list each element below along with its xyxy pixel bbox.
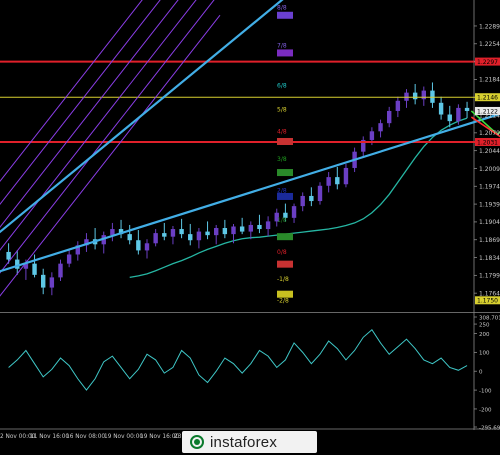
price-axis-label: 1.2009	[479, 166, 500, 173]
murray-tag	[277, 137, 293, 145]
murray-tag	[277, 260, 293, 268]
price-axis-label: 1.2184	[479, 77, 500, 84]
candle-body	[196, 231, 202, 241]
candle-body	[179, 229, 184, 235]
candle-body	[239, 226, 245, 232]
price-tag-label: 1.1750	[477, 298, 498, 305]
candle-body	[205, 231, 210, 236]
instaforex-logo-icon	[190, 435, 204, 449]
candle-body	[464, 107, 470, 111]
price-axis-label: 1.1799	[479, 273, 500, 280]
price-axis-label: 1.2289	[479, 23, 500, 30]
murray-tag	[277, 11, 293, 19]
time-axis-label: 16 Nov 08:00	[66, 434, 105, 440]
osc-axis-label: 100	[479, 351, 490, 357]
price-axis-label: 1.2079	[479, 130, 500, 137]
murray-tag	[277, 233, 293, 241]
murray-level-label: 1/8	[277, 217, 287, 224]
candle-body	[343, 167, 349, 185]
murray-level-label: 8/8	[277, 4, 287, 11]
price-axis-label: 1.1904	[479, 219, 500, 226]
osc-axis-label: -295.695	[479, 425, 500, 431]
price-tag-label: 1.2297	[477, 59, 498, 66]
candle-body	[412, 92, 418, 100]
murray-level-label: 0/8	[277, 249, 287, 256]
candle-body	[170, 229, 176, 237]
candle-body	[395, 100, 401, 111]
osc-axis-label: 250	[479, 322, 490, 328]
murray-level-label: -2/8	[277, 298, 289, 305]
candle-body	[32, 263, 37, 275]
price-tag-label: 1.2031	[477, 139, 498, 146]
osc-axis-label: 0	[479, 370, 483, 376]
price-axis-label: 1.1974	[479, 184, 500, 191]
osc-axis-label: 308.7018	[479, 315, 500, 321]
candle-body	[41, 274, 46, 288]
candle-body	[447, 114, 452, 122]
candle-body	[387, 110, 392, 124]
candle-body	[326, 177, 331, 186]
brand-name: instaforex	[210, 433, 278, 451]
price-tag-label: 1.2146	[477, 95, 498, 102]
candle-body	[456, 107, 461, 122]
candle-body	[309, 195, 314, 202]
murray-level-label: 3/8	[277, 156, 287, 163]
murray-level-label: 7/8	[277, 43, 287, 50]
candle-body	[136, 240, 141, 251]
candle-body	[222, 228, 228, 235]
osc-axis-label: -100	[479, 388, 492, 394]
candle-body	[66, 254, 72, 264]
osc-axis-label: 200	[479, 332, 490, 338]
candle-body	[317, 185, 323, 202]
price-axis-label: 1.2044	[479, 148, 500, 155]
instaforex-logo: instaforex	[182, 431, 317, 453]
price-axis-label: 1.1834	[479, 255, 500, 262]
candle-body	[300, 195, 305, 207]
candle-body	[110, 229, 115, 236]
candle-body	[430, 90, 435, 103]
price-tag-label: 1.2122	[477, 108, 498, 115]
candle-body	[127, 234, 132, 241]
candle-body	[6, 251, 11, 260]
price-axis-label: 1.1939	[479, 201, 500, 208]
candle-body	[153, 233, 158, 244]
candle-body	[257, 224, 262, 230]
price-axis-label: 1.1869	[479, 237, 500, 244]
time-axis-label: 19 Nov 00:00	[104, 434, 143, 440]
time-axis-label: 11 Nov 16:00	[30, 434, 69, 440]
murray-level-label: 4/8	[277, 129, 287, 136]
price-axis-label: 1.2254	[479, 41, 500, 48]
osc-axis-label: -200	[479, 407, 492, 413]
candle-body	[162, 233, 167, 237]
candle-body	[421, 90, 426, 100]
candle-body	[291, 206, 297, 218]
candle-body	[214, 228, 219, 236]
price-chart-canvas[interactable]: 8/8 7/8 6/8 5/8 4/8 3/8 2/8 1/8 0/8 -1/8 -2/8 1.228…	[0, 0, 500, 455]
candle-body	[369, 131, 375, 140]
candle-body	[248, 224, 253, 232]
candle-body	[188, 234, 193, 241]
murray-level-label: 6/8	[277, 82, 287, 89]
candle-body	[49, 277, 55, 288]
murray-tag	[277, 49, 293, 57]
murray-level-label: 5/8	[277, 107, 287, 114]
candle-body	[404, 92, 409, 101]
murray-level-label: 2/8	[277, 188, 287, 195]
candle-body	[58, 263, 63, 278]
murray-tag	[277, 169, 293, 177]
candle-body	[231, 226, 236, 235]
trading-chart-window: 8/8 7/8 6/8 5/8 4/8 3/8 2/8 1/8 0/8 -1/8 -2/8 1.228…	[0, 0, 500, 455]
murray-level-label: -1/8	[277, 276, 289, 283]
candle-body	[144, 243, 150, 251]
candle-body	[265, 221, 271, 230]
candle-body	[378, 123, 383, 132]
candle-body	[438, 102, 444, 115]
candle-body	[335, 177, 340, 185]
